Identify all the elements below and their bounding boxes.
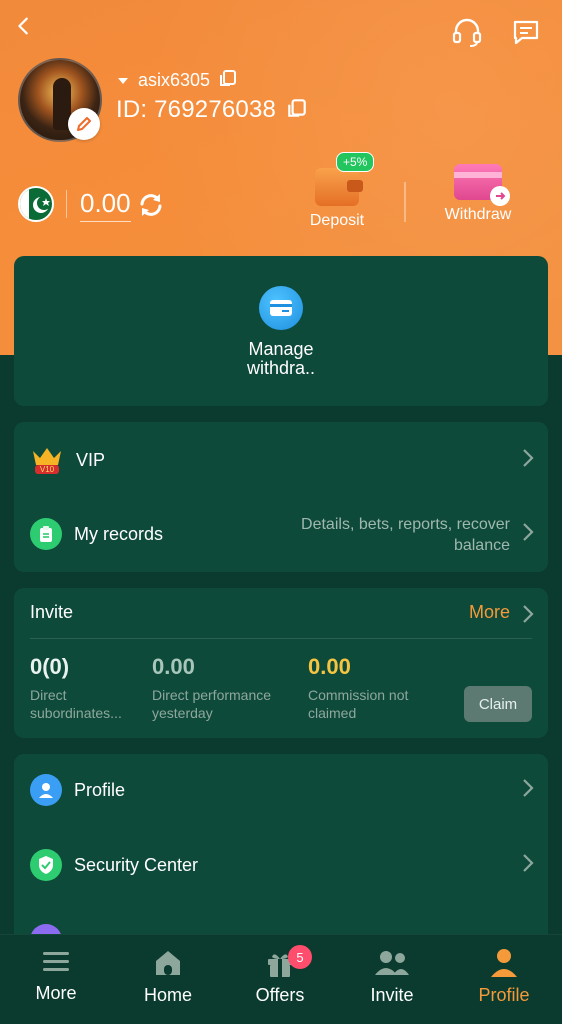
actions-divider — [404, 182, 406, 222]
settings-card: Profile Security Center — [14, 754, 548, 956]
manage-withdrawal-label: Manage withdra.. — [246, 339, 316, 378]
stat-label: Direct performance yesterday — [152, 687, 272, 721]
wallet-icon — [315, 168, 363, 206]
refresh-icon[interactable] — [136, 190, 166, 220]
card-transfer-icon — [454, 164, 510, 206]
users-icon — [375, 951, 409, 975]
nav-home[interactable]: Home — [112, 947, 224, 1006]
message-icon[interactable] — [508, 14, 544, 50]
copy-icon[interactable] — [218, 68, 238, 93]
top-bar — [0, 0, 562, 60]
nav-label: More — [35, 983, 77, 1003]
stat-subordinates: 0(0) Direct subordinates... — [30, 654, 150, 722]
shield-check-icon — [30, 849, 62, 881]
stat-value: 0.00 — [152, 654, 195, 679]
profile-icon — [491, 949, 517, 977]
withdraw-label: Withdraw — [444, 206, 512, 223]
withdraw-button[interactable]: Withdraw — [436, 164, 520, 224]
profile-label: Profile — [74, 779, 126, 800]
user-icon — [30, 774, 62, 806]
vip-label: VIP — [76, 449, 106, 470]
clipboard-icon — [30, 518, 62, 550]
stat-label: Commission not claimed — [308, 687, 409, 721]
home-icon — [156, 951, 180, 975]
nav-offers[interactable]: 5 Offers — [224, 945, 336, 1006]
dropdown-caret-icon — [118, 77, 128, 84]
nav-profile[interactable]: Profile — [448, 947, 560, 1006]
stat-commission: 0.00 Commission not claimed — [308, 654, 438, 722]
security-center-label: Security Center — [74, 854, 199, 875]
nav-label: Home — [143, 985, 192, 1005]
username: asix6305 — [138, 70, 211, 90]
invite-more-link[interactable]: More — [469, 602, 510, 623]
username-row: asix6305 — [116, 68, 238, 93]
copy-icon[interactable] — [286, 97, 308, 124]
svg-text:V10: V10 — [40, 465, 55, 474]
stat-value: 0(0) — [30, 654, 70, 679]
nav-label: Profile — [478, 985, 530, 1005]
offers-badge: 5 — [288, 945, 312, 969]
stat-value: 0.00 — [308, 654, 351, 679]
deposit-button[interactable]: +5% Deposit — [300, 152, 375, 230]
invite-card: Invite More 0(0) Direct subordinates... … — [14, 588, 548, 738]
chevron-right-icon[interactable] — [522, 604, 534, 629]
nav-label: Offers — [255, 985, 305, 1005]
security-center-row[interactable]: Security Center — [14, 835, 548, 895]
nav-invite[interactable]: Invite — [336, 947, 448, 1006]
stat-performance: 0.00 Direct performance yesterday — [152, 654, 292, 722]
my-records-subtitle: Details, bets, reports, recover balance — [301, 516, 510, 554]
chevron-right-icon — [522, 853, 534, 878]
edit-pencil-icon[interactable] — [68, 108, 100, 140]
chevron-right-icon — [522, 778, 534, 803]
pakistan-flag-icon — [18, 186, 54, 222]
nav-more[interactable]: More — [0, 947, 112, 1004]
profile-row[interactable]: Profile — [14, 760, 548, 820]
user-id: ID: 769276038 — [116, 96, 277, 123]
user-id-row: ID: 769276038 — [116, 96, 308, 124]
stat-label: Direct subordinates... — [30, 687, 122, 721]
back-arrow-icon[interactable] — [8, 10, 40, 42]
invite-divider — [30, 638, 532, 639]
chevron-right-icon — [522, 522, 534, 547]
bottom-navigation: More Home 5 Offers Invite Profile — [0, 934, 562, 1024]
claim-button[interactable]: Claim — [464, 686, 532, 722]
crown-icon: V10 — [30, 443, 64, 477]
nav-label: Invite — [370, 985, 414, 1005]
invite-title: Invite — [30, 602, 74, 622]
deposit-label: Deposit — [309, 212, 365, 229]
deposit-bonus-badge: +5% — [336, 152, 375, 172]
menu-card: V10 VIP My records Details, bets, report… — [14, 422, 548, 572]
manage-withdrawal-card[interactable]: Manage withdra.. — [14, 256, 548, 406]
headset-icon[interactable] — [448, 14, 486, 52]
my-records-label: My records — [74, 523, 164, 544]
balance-amount: 0.00 — [80, 188, 131, 222]
vip-row[interactable]: V10 VIP — [14, 430, 548, 490]
card-icon — [259, 286, 303, 330]
balance-divider — [66, 190, 67, 218]
chevron-right-icon — [522, 448, 534, 473]
menu-icon — [43, 952, 69, 971]
